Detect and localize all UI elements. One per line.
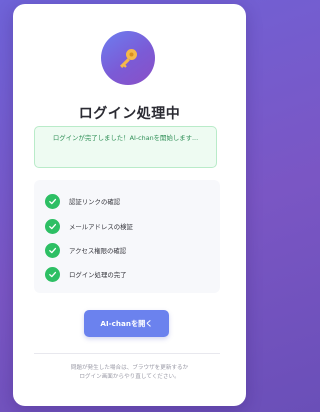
key-badge <box>101 31 155 85</box>
step-label: アクセス権限の確認 <box>69 246 127 255</box>
key-icon <box>120 49 137 68</box>
checkmark-icon <box>45 193 60 209</box>
help-text: 問題が発生した場合は、ブラウザを更新するか ログイン画面からやり直してください。 <box>23 364 236 382</box>
page-background: ログイン処理中 ログインが完了しました！AI-chanを開始します... 認証リ… <box>0 0 255 412</box>
step-label: 認証リンクの確認 <box>69 197 121 206</box>
success-notice: ログインが完了しました！AI-chanを開始します... <box>34 126 217 168</box>
step-label: メールアドレスの検証 <box>69 222 133 231</box>
open-ai-chan-button[interactable]: AI-chanを開く <box>84 310 169 337</box>
step-item: メールアドレスの検証 <box>45 218 133 234</box>
checkmark-icon <box>45 266 60 282</box>
page-title: ログイン処理中 <box>78 106 181 122</box>
step-item: ログイン処理の完了 <box>45 266 127 282</box>
step-item: 認証リンクの確認 <box>45 193 120 209</box>
progress-steps: 認証リンクの確認 メールアドレスの検証 アクセス権限の確認 ログイン処理の完了 <box>34 180 220 293</box>
help-text-line: 問題が発生した場合は、ブラウザを更新するか <box>70 365 189 371</box>
help-text-line: ログイン画面からやり直してください。 <box>79 374 180 380</box>
checkmark-icon <box>45 218 60 234</box>
login-status-card: ログイン処理中 ログインが完了しました！AI-chanを開始します... 認証リ… <box>13 4 246 406</box>
checkmark-icon <box>45 242 60 258</box>
step-label: ログイン処理の完了 <box>69 270 127 279</box>
divider <box>34 353 220 354</box>
step-item: アクセス権限の確認 <box>45 242 126 258</box>
